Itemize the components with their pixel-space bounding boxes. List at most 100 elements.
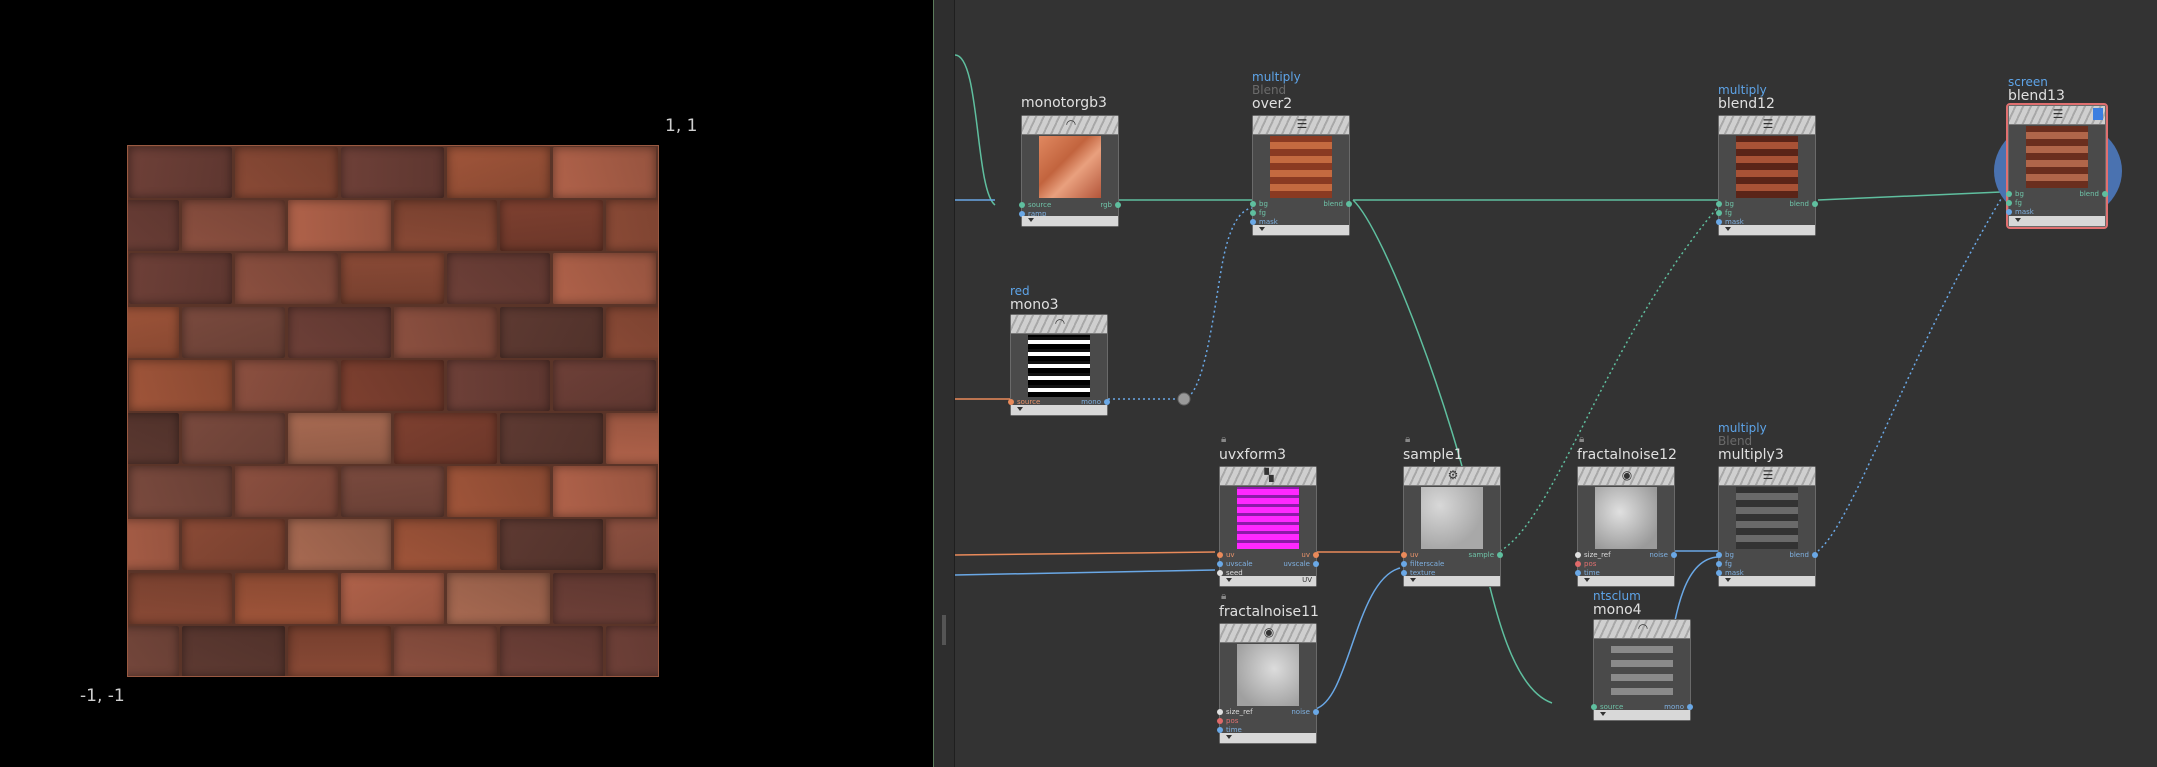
display-flag[interactable] (2093, 108, 2103, 120)
node-body[interactable]: ◠ source mono (1008, 314, 1110, 416)
node-thumbnail (1611, 640, 1673, 702)
input-port[interactable]: bg (1250, 200, 1268, 209)
lock-icon[interactable]: 🔒︎ (1221, 591, 1226, 602)
brick (128, 519, 179, 571)
brick (235, 572, 338, 624)
input-port[interactable]: bg (2006, 190, 2024, 199)
brick (553, 466, 656, 518)
node-thumbnail (1237, 487, 1299, 549)
node-type-label: multiply (1718, 421, 1767, 435)
brick (288, 306, 391, 358)
divider-grip[interactable] (942, 615, 946, 645)
output-port[interactable]: blend (2079, 190, 2108, 199)
brick (553, 359, 656, 411)
node-type-label: ntsclum (1593, 589, 1641, 603)
brick-row (128, 518, 658, 571)
node-name: uvxform3 (1219, 447, 1286, 463)
output-port[interactable]: uv (1301, 551, 1319, 560)
input-port[interactable]: source (1019, 201, 1051, 210)
input-port[interactable]: uv (1401, 551, 1419, 560)
brick (606, 200, 658, 252)
brick (394, 200, 497, 252)
node-footer-label: UV (1302, 576, 1312, 584)
lock-icon[interactable]: 🔒︎ (1579, 434, 1584, 445)
brick-row (128, 306, 658, 359)
brick (182, 625, 285, 676)
brick-row (128, 359, 658, 412)
input-port[interactable]: uvscale (1217, 560, 1253, 569)
input-port[interactable]: fg (1716, 560, 1732, 569)
node-thumbnail (2026, 126, 2088, 188)
node-body[interactable]: ▚ uv uvscale seed uv uvscale UV (1217, 466, 1319, 587)
input-port[interactable]: fg (2006, 199, 2022, 208)
brick (128, 306, 179, 358)
node-name: mono4 (1593, 602, 1642, 618)
node-body[interactable]: ☰ bg fg mask blend (2006, 103, 2108, 229)
lock-icon[interactable]: 🔒︎ (1221, 434, 1226, 445)
brick (447, 572, 550, 624)
node-body[interactable]: ◉ size_ref pos time noise (1217, 623, 1319, 744)
brick-row (128, 199, 658, 252)
brick (500, 625, 603, 676)
noise-icon: ◉ (1263, 625, 1275, 639)
wire-fractalnoise11-sample1 (1314, 567, 1401, 710)
brick (341, 466, 444, 518)
brick (235, 359, 338, 411)
layers-icon: ☰ (1762, 468, 1774, 482)
rainbow-icon: ◠ (1065, 117, 1077, 131)
brick (128, 200, 179, 252)
input-port[interactable]: size_ref (1575, 551, 1611, 560)
output-port[interactable]: noise (1291, 708, 1319, 717)
brick (235, 147, 338, 198)
brick (128, 413, 179, 464)
input-port[interactable]: filterscale (1401, 560, 1444, 569)
node-name: monotorgb3 (1021, 95, 1107, 111)
image-viewport[interactable]: 1, 1 -1, -1 (0, 0, 933, 767)
node-body[interactable]: ☰ bg fg mask blend (1250, 115, 1352, 236)
brick-row (128, 412, 658, 465)
viewport-bottom-left-coordinate: -1, -1 (80, 686, 125, 706)
node-body[interactable]: ◉ size_ref pos time noise (1575, 466, 1677, 587)
brick (553, 253, 656, 305)
output-port[interactable]: blend (1789, 200, 1818, 209)
node-body[interactable]: ⚙ uv filterscale texture sample (1401, 466, 1503, 587)
layers-icon: ☰ (2052, 107, 2064, 121)
viewport-top-right-coordinate: 1, 1 (665, 116, 698, 136)
node-body[interactable]: ☰ bg fg mask blend (1716, 115, 1818, 236)
output-port[interactable]: rgb (1100, 201, 1121, 210)
brick (341, 572, 444, 624)
brick-row (128, 572, 658, 625)
output-port[interactable]: blend (1323, 200, 1352, 209)
input-port[interactable]: fg (1250, 209, 1266, 218)
brick (394, 519, 497, 571)
node-body[interactable]: ☰ bg fg mask blend (1716, 466, 1818, 587)
brick-texture-preview (127, 145, 659, 677)
node-thumbnail (1270, 136, 1332, 198)
input-port[interactable]: pos (1575, 560, 1596, 569)
input-port[interactable]: uv (1217, 551, 1235, 560)
rainbow-icon: ◠ (1637, 621, 1649, 635)
brick (447, 466, 550, 518)
node-thumbnail (1039, 136, 1101, 198)
brick (500, 200, 603, 252)
brick (182, 306, 285, 358)
node-graph[interactable]: monotorgb3 ◠ source ramp rgb multiply Bl… (955, 0, 2157, 767)
input-port[interactable]: fg (1716, 209, 1732, 218)
input-port[interactable]: pos (1217, 717, 1238, 726)
node-body[interactable]: ◠ source ramp rgb (1019, 115, 1121, 227)
output-port[interactable]: uvscale (1283, 560, 1319, 569)
node-thumbnail (1736, 487, 1798, 549)
output-port[interactable]: blend (1789, 551, 1818, 560)
node-type-label: multiply (1718, 83, 1767, 97)
input-port[interactable]: size_ref (1217, 708, 1253, 717)
output-port[interactable]: sample (1469, 551, 1503, 560)
brick (606, 306, 658, 358)
pane-divider[interactable] (933, 0, 955, 767)
output-port[interactable]: noise (1649, 551, 1677, 560)
input-port[interactable]: bg (1716, 551, 1734, 560)
node-thumbnail (1237, 644, 1299, 706)
node-body[interactable]: ◠ source mono (1591, 619, 1693, 721)
lock-icon[interactable]: 🔒︎ (1405, 434, 1410, 445)
input-port[interactable]: bg (1716, 200, 1734, 209)
wire-mono3-over2-mask (1108, 207, 1253, 400)
